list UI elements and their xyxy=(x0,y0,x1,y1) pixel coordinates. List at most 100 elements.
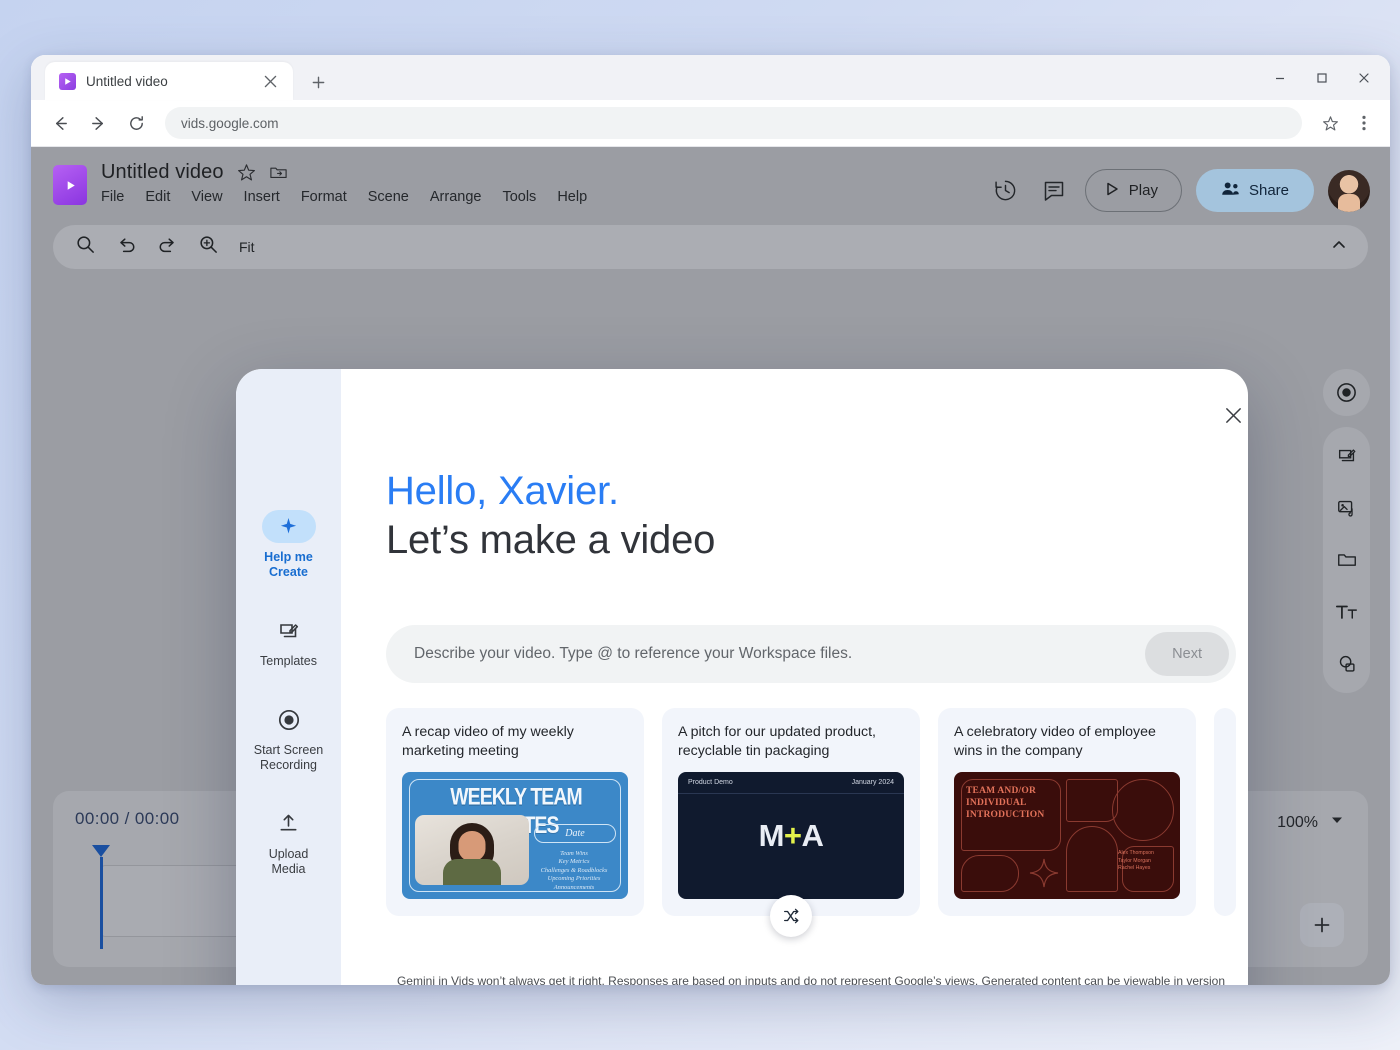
disclaimer-text: Gemini in Vids won’t always get it right… xyxy=(396,974,1226,985)
chevron-down-icon[interactable] xyxy=(1330,813,1344,832)
dialog-close-button[interactable] xyxy=(1215,397,1248,433)
people-icon xyxy=(1221,180,1240,202)
shuffle-suggestions-button[interactable] xyxy=(770,895,812,937)
add-scene-button[interactable] xyxy=(1300,903,1344,947)
timeline-playhead[interactable] xyxy=(92,845,110,949)
sidebar-label-line2: Recording xyxy=(260,758,317,772)
prompt-row: Next xyxy=(386,625,1236,683)
sparkle-icon xyxy=(261,510,316,543)
window-controls xyxy=(1260,63,1384,93)
suggestion-card[interactable]: A celebratory video of employee wins in … xyxy=(938,708,1196,916)
menu-edit[interactable]: Edit xyxy=(145,189,170,205)
suggestion-card[interactable]: A recap video of my weekly marketing mee… xyxy=(386,708,644,916)
timeline-zoom-control[interactable]: 100% xyxy=(1277,813,1344,832)
menu-scene[interactable]: Scene xyxy=(368,189,409,205)
prompt-input[interactable] xyxy=(414,645,1146,663)
address-bar-text: vids.google.com xyxy=(181,115,279,131)
menu-help[interactable]: Help xyxy=(557,189,587,205)
sidebar-item-help-me-create[interactable]: Help me Create xyxy=(243,510,335,580)
star-icon[interactable] xyxy=(237,163,256,182)
help-me-create-dialog: Help me Create Templates Start Screen Re… xyxy=(236,369,1248,985)
zoom-fit-label[interactable]: Fit xyxy=(239,239,255,255)
new-tab-button[interactable] xyxy=(305,69,331,95)
suggestion-card-text: A pitch for our updated product, recycla… xyxy=(678,724,876,759)
header-actions: Play Share xyxy=(989,169,1370,212)
zoom-in-icon[interactable] xyxy=(198,234,219,260)
search-icon[interactable] xyxy=(75,234,96,260)
share-button-label: Share xyxy=(1248,182,1289,199)
menu-file[interactable]: File xyxy=(101,189,124,205)
close-icon[interactable] xyxy=(257,68,283,94)
three-dot-menu-icon[interactable] xyxy=(1348,107,1380,139)
play-button[interactable]: Play xyxy=(1084,169,1182,212)
menu-arrange[interactable]: Arrange xyxy=(430,189,482,205)
browser-tab-title: Untitled video xyxy=(86,73,168,89)
suggestion-card-partial[interactable] xyxy=(1214,708,1236,916)
rail-media-icon[interactable] xyxy=(1327,488,1367,528)
suggestion-thumbnail: WEEKLY TEAM UPDATES Date Team Wins Key M… xyxy=(402,772,628,899)
minimize-icon[interactable] xyxy=(1260,63,1300,93)
thumb-diamond-icon xyxy=(1029,858,1059,888)
sidebar-item-templates[interactable]: Templates xyxy=(243,614,335,669)
sidebar-label-line1: Upload xyxy=(268,847,309,861)
rail-templates-icon[interactable] xyxy=(1327,436,1367,476)
window-close-icon[interactable] xyxy=(1344,63,1384,93)
undo-icon[interactable] xyxy=(116,234,137,260)
chevron-up-icon[interactable] xyxy=(1330,236,1348,259)
star-icon[interactable] xyxy=(1314,107,1346,139)
rail-text-icon[interactable] xyxy=(1327,592,1367,632)
comment-icon[interactable] xyxy=(1037,174,1071,208)
user-avatar[interactable] xyxy=(1328,169,1370,212)
thumb-names: Alex Thompson Taylor Morgan Rachel Hayes xyxy=(1118,850,1154,871)
vids-doc-icon xyxy=(53,165,87,205)
sidebar-label-line2: Create xyxy=(269,565,308,579)
move-to-folder-icon[interactable] xyxy=(269,163,288,182)
thumb-logo-plus: + xyxy=(783,817,802,853)
greeting: Hello, Xavier. Let’s make a video xyxy=(386,469,1236,563)
record-icon xyxy=(262,703,316,736)
version-history-icon[interactable] xyxy=(989,174,1023,208)
thumb-logo-b: A xyxy=(801,817,824,853)
plus-icon xyxy=(312,76,324,88)
suggestion-thumbnail: Product Demo January 2024 M+A xyxy=(678,772,904,899)
menu-tools[interactable]: Tools xyxy=(502,189,536,205)
maximize-icon[interactable] xyxy=(1302,63,1342,93)
play-triangle-icon xyxy=(1104,181,1120,201)
forward-icon[interactable] xyxy=(81,106,115,140)
browser-tab[interactable]: Untitled video xyxy=(45,62,293,100)
menu-insert[interactable]: Insert xyxy=(244,189,280,205)
next-button[interactable]: Next xyxy=(1145,632,1229,676)
thumb-photo xyxy=(415,815,529,885)
dialog-body: Hello, Xavier. Let’s make a video Next A… xyxy=(341,369,1248,985)
redo-icon[interactable] xyxy=(157,234,178,260)
suggestion-cards: A recap video of my weekly marketing mee… xyxy=(386,708,1236,937)
vids-play-icon xyxy=(59,72,76,90)
thumb-title: TEAM AND/OR INDIVIDUAL INTRODUCTION xyxy=(966,786,1045,820)
dialog-sidebar: Help me Create Templates Start Screen Re… xyxy=(236,369,341,985)
sidebar-label-line1: Templates xyxy=(260,654,317,668)
reload-icon[interactable] xyxy=(119,106,153,140)
address-bar[interactable]: vids.google.com xyxy=(165,107,1302,139)
sidebar-item-upload-media[interactable]: Upload Media xyxy=(243,807,335,877)
thumb-header-left: Product Demo xyxy=(688,779,733,786)
page-title[interactable]: Untitled video xyxy=(101,161,224,184)
sidebar-item-start-screen-recording[interactable]: Start Screen Recording xyxy=(243,703,335,773)
back-icon[interactable] xyxy=(43,106,77,140)
app-header: Untitled video File Edit View Insert For… xyxy=(31,147,1390,223)
editor-toolbar: Fit xyxy=(53,225,1368,269)
templates-icon xyxy=(262,614,316,647)
sidebar-label-line1: Help me xyxy=(264,550,313,564)
share-button[interactable]: Share xyxy=(1195,169,1314,212)
rail-shapes-icon[interactable] xyxy=(1327,644,1367,684)
menu-view[interactable]: View xyxy=(191,189,222,205)
suggestion-card[interactable]: A pitch for our updated product, recycla… xyxy=(662,708,920,937)
rail-record-icon[interactable] xyxy=(1323,369,1370,416)
timeline-zoom-level: 100% xyxy=(1277,813,1318,831)
menu-format[interactable]: Format xyxy=(301,189,347,205)
plus-icon xyxy=(1314,917,1330,933)
thumb-list: Team Wins Key Metrics Challenges & Roadb… xyxy=(540,850,608,891)
greeting-line-1: Hello, Xavier. xyxy=(386,469,619,513)
suggestion-card-text: A recap video of my weekly marketing mee… xyxy=(402,724,574,759)
rail-folder-icon[interactable] xyxy=(1327,540,1367,580)
vids-app: Untitled video File Edit View Insert For… xyxy=(31,147,1390,985)
